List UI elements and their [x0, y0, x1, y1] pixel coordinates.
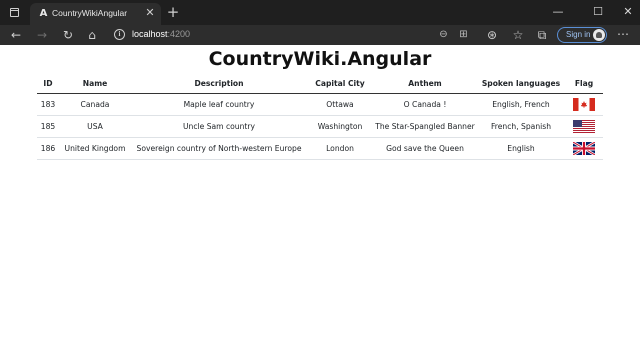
cell-id: 183	[37, 93, 59, 116]
header-anthem: Anthem	[373, 75, 477, 94]
profile-avatar-icon	[593, 29, 605, 41]
header-id: ID	[37, 75, 59, 94]
browser-toolbar: ← → ↻ ⌂ i localhost:4200 ⊖ ⊞ ⊛ ☆ ⧉ Sign …	[0, 25, 640, 45]
window-menu-icon[interactable]	[10, 8, 19, 17]
favorites-icon[interactable]: ☆	[510, 27, 526, 43]
cell-capital: London	[307, 137, 373, 160]
page-title: CountryWiki.Angular	[208, 48, 432, 70]
table-header-row: ID Name Description Capital City Anthem …	[37, 75, 603, 94]
cell-name: Canada	[59, 93, 131, 116]
table-row: 183 Canada Maple leaf country Ottawa O C…	[37, 93, 603, 116]
header-capital-city: Capital City	[307, 75, 373, 94]
close-window-icon[interactable]: ✕	[620, 4, 636, 20]
app-available-icon[interactable]: ⊞	[457, 28, 470, 41]
back-icon[interactable]: ←	[8, 27, 24, 43]
angular-favicon-icon: A	[39, 8, 48, 19]
forward-icon[interactable]: →	[34, 27, 50, 43]
new-tab-icon[interactable]: +	[166, 5, 180, 20]
close-tab-icon[interactable]: ✕	[144, 7, 156, 19]
more-menu-icon[interactable]: ⋯	[616, 27, 630, 43]
cell-flag	[565, 137, 603, 160]
cell-capital: Ottawa	[307, 93, 373, 116]
countries-table: ID Name Description Capital City Anthem …	[37, 75, 603, 160]
table-row: 186 United Kingdom Sovereign country of …	[37, 137, 603, 160]
cell-capital: Washington	[307, 115, 373, 138]
home-icon[interactable]: ⌂	[84, 27, 100, 43]
cell-anthem: God save the Queen	[373, 137, 477, 160]
page-content: CountryWiki.Angular ID Name Description …	[0, 45, 640, 360]
collections-icon[interactable]: ⧉	[534, 27, 550, 43]
cell-description: Uncle Sam country	[131, 115, 307, 138]
cell-anthem: The Star-Spangled Banner	[373, 115, 477, 138]
cell-languages: English	[477, 137, 565, 160]
cell-flag	[565, 115, 603, 138]
cell-name: USA	[59, 115, 131, 138]
address-bar[interactable]: i localhost:4200 ⊖ ⊞	[106, 26, 478, 44]
cell-description: Sovereign country of North-western Europ…	[131, 137, 307, 160]
uk-flag-icon	[573, 141, 595, 155]
header-description: Description	[131, 75, 307, 94]
cell-id: 185	[37, 115, 59, 138]
sign-in-button[interactable]: Sign in	[557, 27, 607, 43]
cell-languages: French, Spanish	[477, 115, 565, 138]
minimize-icon[interactable]: —	[550, 4, 566, 20]
maximize-icon[interactable]: ☐	[590, 4, 606, 20]
zoom-icon[interactable]: ⊖	[437, 28, 450, 41]
tab-country-wiki[interactable]: A CountryWikiAngular ✕	[30, 3, 161, 25]
extensions-icon[interactable]: ⊛	[484, 27, 500, 43]
cell-flag	[565, 93, 603, 116]
sign-in-label: Sign in	[566, 30, 591, 39]
header-flag: Flag	[565, 75, 603, 94]
cell-anthem: O Canada !	[373, 93, 477, 116]
tab-title: CountryWikiAngular	[52, 8, 128, 18]
site-info-icon[interactable]: i	[114, 29, 125, 40]
usa-flag-icon	[573, 119, 595, 133]
refresh-icon[interactable]: ↻	[60, 27, 76, 43]
header-name: Name	[59, 75, 131, 94]
cell-name: United Kingdom	[59, 137, 131, 160]
header-spoken-languages: Spoken languages	[477, 75, 565, 94]
canada-flag-icon	[573, 97, 595, 111]
title-bar: A CountryWikiAngular ✕ + — ☐ ✕	[0, 0, 640, 25]
table-row: 185 USA Uncle Sam country Washington The…	[37, 115, 603, 138]
url-text[interactable]: localhost:4200	[132, 29, 190, 39]
cell-id: 186	[37, 137, 59, 160]
cell-description: Maple leaf country	[131, 93, 307, 116]
cell-languages: English, French	[477, 93, 565, 116]
